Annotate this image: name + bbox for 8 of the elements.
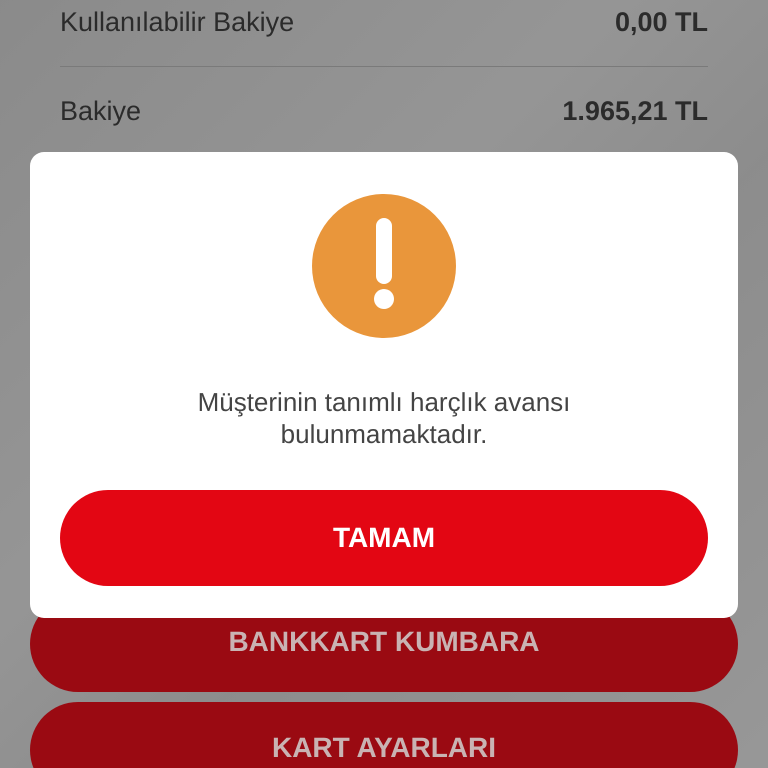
menu-button[interactable]: KART AYARLARI xyxy=(30,702,738,768)
balance-label: Kullanılabilir Bakiye xyxy=(60,6,294,39)
balance-amount: 0,00 TL xyxy=(614,6,708,39)
ok-button[interactable]: TAMAM xyxy=(60,490,708,586)
alert-message: Müşterinin tanımlı harçlık avansı bulunmamaktadır. xyxy=(196,386,572,450)
balance-amount: 1.965,21 TL xyxy=(562,94,708,128)
balance-label: Bakiye xyxy=(60,94,142,128)
warning-icon xyxy=(312,194,456,338)
